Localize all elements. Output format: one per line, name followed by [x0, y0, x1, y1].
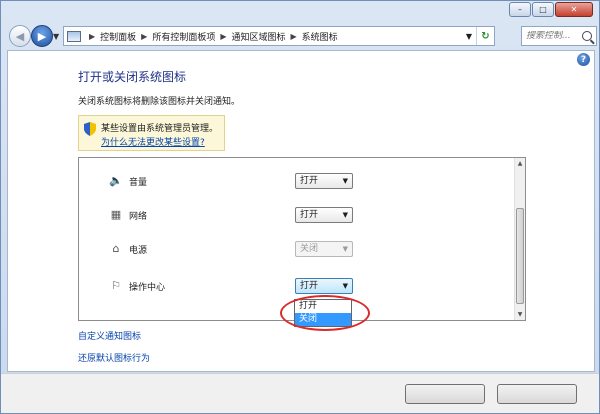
breadcrumb-item-all-items[interactable]: 所有控制面板项: [152, 30, 215, 43]
search-box[interactable]: [521, 26, 597, 46]
network-icon: ▦: [110, 208, 122, 221]
title-bar: – □ ✕: [1, 1, 599, 23]
list-scrollbar[interactable]: ▲ ▼: [514, 158, 525, 320]
list-item: ▦ 网络 打开 ▼: [79, 204, 515, 226]
action-center-behavior-select[interactable]: 打开 ▼: [295, 278, 353, 294]
customize-notification-icons-link[interactable]: 自定义通知图标: [78, 329, 141, 342]
restore-default-icons-link[interactable]: 还原默认图标行为: [78, 351, 150, 364]
chevron-down-icon: ▼: [342, 245, 348, 253]
breadcrumb-separator-icon[interactable]: ▶: [291, 32, 297, 41]
dialog-button-bar: [1, 373, 599, 413]
maximize-button[interactable]: □: [532, 2, 554, 17]
help-icon[interactable]: ?: [577, 53, 590, 66]
icon-label: 电源: [129, 246, 148, 256]
icon-label: 操作中心: [129, 283, 166, 293]
select-value: 打开: [300, 281, 319, 291]
scrollbar-thumb[interactable]: [516, 208, 524, 304]
search-input[interactable]: [526, 31, 582, 41]
volume-icon: 🔈: [109, 174, 123, 187]
breadcrumb-item-control-panel[interactable]: 控制面板: [100, 30, 136, 43]
breadcrumb-item-system-icons[interactable]: 系统图标: [302, 30, 338, 43]
shield-icon: [84, 122, 96, 136]
scroll-up-icon[interactable]: ▲: [515, 158, 525, 169]
breadcrumb-separator-icon[interactable]: ▶: [141, 32, 147, 41]
close-button[interactable]: ✕: [555, 2, 593, 17]
navigation-bar: ◀ ▶ ▼ ▶ 控制面板 ▶ 所有控制面板项 ▶ 通知区域图标 ▶ 系统图标 ▼…: [5, 24, 597, 50]
select-value: 打开: [300, 176, 319, 186]
window-controls: – □ ✕: [509, 2, 593, 17]
back-button[interactable]: ◀: [9, 25, 31, 47]
minimize-button[interactable]: –: [509, 2, 531, 17]
chevron-down-icon: ▼: [342, 177, 348, 185]
list-item: 🔈 音量 打开 ▼: [79, 170, 515, 192]
ok-button[interactable]: [405, 384, 485, 404]
icon-label: 网络: [129, 212, 148, 222]
address-bar[interactable]: ▶ 控制面板 ▶ 所有控制面板项 ▶ 通知区域图标 ▶ 系统图标 ▼ ↻: [63, 26, 495, 46]
breadcrumb-separator-icon[interactable]: ▶: [89, 32, 95, 41]
search-icon[interactable]: [582, 31, 592, 41]
forward-button[interactable]: ▶: [31, 25, 53, 47]
select-value: 打开: [300, 210, 319, 220]
volume-behavior-select[interactable]: 打开 ▼: [295, 173, 353, 189]
content-pane: ? 打开或关闭系统图标 关闭系统图标将删除该图标并关闭通知。 某些设置由系统管理…: [7, 50, 595, 372]
address-actions: ▼ ↻: [462, 27, 494, 45]
recent-pages-dropdown[interactable]: ▼: [53, 32, 59, 41]
power-behavior-select: 关闭 ▼: [295, 241, 353, 257]
list-item: ⌂ 电源 关闭 ▼: [79, 238, 515, 260]
page-title: 打开或关闭系统图标: [78, 70, 187, 84]
breadcrumb-separator-icon[interactable]: ▶: [220, 32, 226, 41]
network-behavior-select[interactable]: 打开 ▼: [295, 207, 353, 223]
arrow-right-icon: ▶: [37, 29, 47, 43]
address-history-dropdown[interactable]: ▼: [462, 32, 476, 41]
icon-label: 音量: [129, 178, 148, 188]
chevron-down-icon: ▼: [342, 211, 348, 219]
select-value: 关闭: [300, 244, 319, 254]
control-panel-icon: [67, 30, 81, 42]
refresh-icon[interactable]: ↻: [476, 27, 494, 45]
flag-icon: ⚐: [111, 279, 121, 292]
window-frame: – □ ✕ ◀ ▶ ▼ ▶ 控制面板 ▶ 所有控制面板项 ▶ 通知区域图标 ▶ …: [0, 0, 600, 414]
power-icon: ⌂: [112, 242, 120, 255]
list-item: ⚐ 操作中心 打开 ▼: [79, 275, 515, 297]
breadcrumb-item-notification-icons[interactable]: 通知区域图标: [232, 30, 286, 43]
admin-notice: 某些设置由系统管理员管理。 为什么无法更改某些设置?: [78, 115, 225, 151]
scroll-down-icon[interactable]: ▼: [515, 309, 525, 320]
arrow-left-icon: ◀: [15, 29, 25, 43]
cancel-button[interactable]: [497, 384, 577, 404]
highlight-annotation: [280, 295, 370, 331]
chevron-down-icon: ▼: [342, 282, 348, 290]
why-cant-change-link[interactable]: 为什么无法更改某些设置?: [101, 135, 205, 148]
page-description: 关闭系统图标将删除该图标并关闭通知。: [78, 97, 241, 107]
chevron-down-icon: ▼: [53, 32, 60, 41]
admin-note-text: 某些设置由系统管理员管理。: [101, 124, 219, 134]
